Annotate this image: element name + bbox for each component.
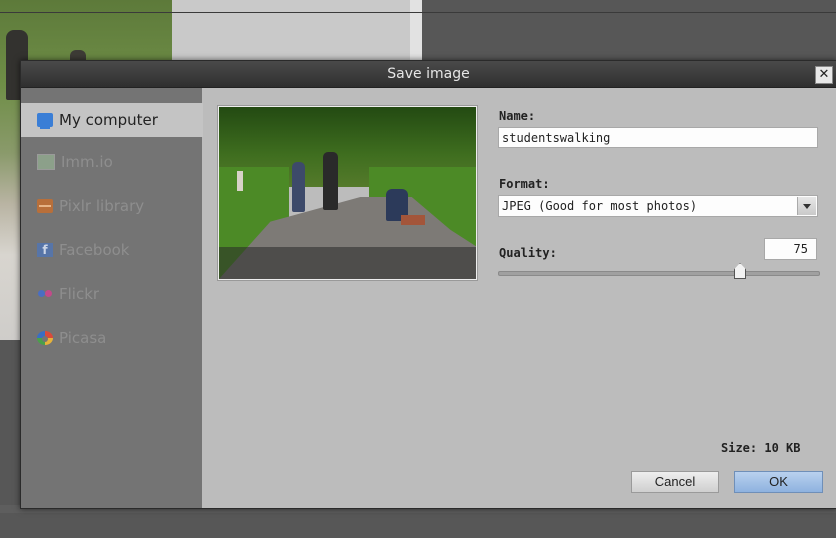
close-button[interactable]: ✕ bbox=[815, 66, 833, 84]
facebook-icon: f bbox=[37, 243, 53, 257]
format-value: JPEG (Good for most photos) bbox=[502, 199, 698, 213]
sidebar-item-pixlr-library[interactable]: Pixlr library bbox=[21, 189, 202, 223]
preview-person bbox=[323, 152, 338, 210]
quality-label: Quality: bbox=[499, 246, 557, 260]
dialog-title: Save image bbox=[387, 66, 470, 82]
sidebar-item-flickr[interactable]: Flickr bbox=[21, 277, 202, 311]
preview-shadow bbox=[219, 247, 476, 279]
file-size-label: Size: 10 KB bbox=[721, 441, 801, 455]
name-label: Name: bbox=[499, 109, 536, 123]
sidebar-item-immio[interactable]: Imm.io bbox=[21, 145, 202, 179]
preview-bag bbox=[401, 215, 425, 225]
sidebar-item-label: Facebook bbox=[59, 241, 130, 259]
sidebar-item-my-computer[interactable]: My computer bbox=[21, 103, 203, 137]
picasa-icon bbox=[37, 331, 53, 345]
sidebar-item-label: Imm.io bbox=[61, 153, 113, 171]
destination-sidebar: My computer Imm.io Pixlr library f Faceb… bbox=[21, 88, 203, 508]
dialog-titlebar[interactable]: Save image ✕ bbox=[21, 61, 836, 88]
sidebar-item-label: Pixlr library bbox=[59, 197, 145, 215]
sidebar-item-label: My computer bbox=[59, 111, 158, 129]
computer-icon bbox=[37, 113, 53, 129]
chevron-down-icon[interactable] bbox=[797, 197, 816, 215]
quality-slider[interactable] bbox=[498, 263, 820, 279]
sidebar-item-label: Picasa bbox=[59, 329, 107, 347]
quality-input[interactable]: 75 bbox=[764, 238, 817, 260]
preview-person bbox=[237, 171, 243, 191]
close-icon: ✕ bbox=[818, 67, 830, 82]
save-image-dialog: Save image ✕ My computer Imm.io Pixlr li… bbox=[20, 60, 836, 509]
sidebar-item-facebook[interactable]: f Facebook bbox=[21, 233, 202, 267]
image-icon bbox=[37, 154, 55, 170]
sidebar-item-label: Flickr bbox=[59, 285, 100, 303]
format-label: Format: bbox=[499, 177, 550, 191]
image-preview bbox=[217, 105, 478, 281]
background-divider bbox=[0, 12, 836, 13]
preview-person bbox=[292, 162, 305, 212]
name-input[interactable]: studentswalking bbox=[498, 127, 818, 148]
flickr-icon bbox=[37, 287, 53, 301]
ok-button[interactable]: OK bbox=[734, 471, 823, 493]
sidebar-item-picasa[interactable]: Picasa bbox=[21, 321, 202, 355]
quality-slider-thumb[interactable] bbox=[734, 263, 746, 279]
format-select[interactable]: JPEG (Good for most photos) bbox=[498, 195, 818, 217]
library-icon bbox=[37, 199, 53, 213]
cancel-button[interactable]: Cancel bbox=[631, 471, 719, 493]
